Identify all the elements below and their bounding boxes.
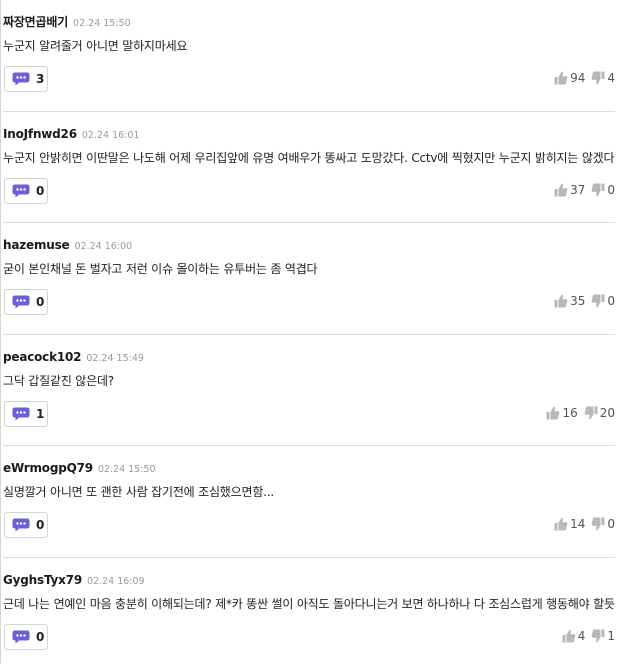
like-count: 4 [578,629,586,643]
dislike-count: 20 [600,406,615,420]
dislike-count: 1 [607,629,615,643]
reply-count: 0 [36,630,44,644]
dislike-count: 0 [607,517,615,531]
thumbs-down-icon [591,71,605,85]
comment-text: 그닥 갑질같진 않은데? [3,373,615,389]
comment-date: 02.24 15:50 [98,464,156,475]
like-button[interactable]: 37 [554,183,585,197]
vote-group: 37 0 [554,183,615,197]
dislike-button[interactable]: 0 [591,183,615,197]
like-count: 37 [570,183,585,197]
comment-author[interactable]: peacock102 [3,350,81,364]
dislike-button[interactable]: 0 [591,517,615,531]
like-button[interactable]: 94 [554,71,585,85]
left-border [0,0,1,664]
like-count: 16 [562,406,577,420]
thumbs-down-icon [591,629,605,643]
speech-bubble-icon [12,630,30,644]
reply-button[interactable]: 0 [4,512,48,538]
comment-text: 실명깔거 아니면 또 괜한 사람 잡기전에 조심했으면함... [3,484,615,500]
reply-count: 0 [36,295,44,309]
comment-item: 짜장면곱배기02.24 15:50 누군지 알려줄거 아니면 말하지마세요 3 … [3,0,615,112]
comment-author[interactable]: hazemuse [3,238,70,252]
thumbs-down-icon [584,406,598,420]
reply-button[interactable]: 1 [4,401,48,427]
comment-meta: eWrmogpQ79 02.24 15:50 [3,460,156,477]
dislike-button[interactable]: 1 [591,629,615,643]
comment-date: 02.24 15:49 [86,353,144,364]
like-button[interactable]: 14 [554,517,585,531]
thumbs-up-icon [554,183,568,197]
dislike-count: 4 [607,71,615,85]
dislike-button[interactable]: 0 [591,294,615,308]
like-button[interactable]: 4 [562,629,586,643]
comment-author[interactable]: 짜장면곱배기 [3,15,68,29]
like-count: 14 [570,517,585,531]
thumbs-down-icon [591,183,605,197]
reply-count: 1 [36,407,44,421]
thumbs-up-icon [554,71,568,85]
comment-item: eWrmogpQ79 02.24 15:50 실명깔거 아니면 또 괜한 사람 잡… [3,446,615,558]
comment-text: 누군지 안밝히면 이딴말은 나도해 어제 우리집앞에 유명 여배우가 똥싸고 도… [3,150,615,166]
dislike-button[interactable]: 4 [591,71,615,85]
comment-meta: InoJfnwd26 02.24 16:01 [3,126,139,143]
thumbs-up-icon [562,629,576,643]
vote-group: 4 1 [562,629,615,643]
comment-date: 02.24 16:01 [82,130,140,141]
comment-text: 근데 나는 연예인 마음 충분히 이해되는데? 제*카 똥싼 썰이 아직도 돌아… [3,596,615,612]
vote-group: 94 4 [554,71,615,85]
reply-count: 3 [36,72,44,86]
speech-bubble-icon [12,518,30,532]
thumbs-up-icon [546,406,560,420]
like-count: 35 [570,294,585,308]
comment-meta: GyghsTyx79 02.24 16:09 [3,572,145,589]
reply-count: 0 [36,184,44,198]
comment-item: InoJfnwd26 02.24 16:01 누군지 안밝히면 이딴말은 나도해 … [3,112,615,224]
comment-meta: hazemuse 02.24 16:00 [3,237,132,254]
reply-count: 0 [36,518,44,532]
speech-bubble-icon [12,72,30,86]
comment-item: peacock102 02.24 15:49 그닥 갑질같진 않은데? 1 16 [3,335,615,447]
like-count: 94 [570,71,585,85]
like-button[interactable]: 16 [546,406,577,420]
comment-date: 02.24 16:00 [75,241,133,252]
dislike-count: 0 [607,183,615,197]
comment-author[interactable]: InoJfnwd26 [3,127,77,141]
thumbs-up-icon [554,294,568,308]
vote-group: 35 0 [554,294,615,308]
comment-list: 짜장면곱배기02.24 15:50 누군지 알려줄거 아니면 말하지마세요 3 … [3,0,615,669]
speech-bubble-icon [12,184,30,198]
speech-bubble-icon [12,407,30,421]
comment-author[interactable]: eWrmogpQ79 [3,461,93,475]
vote-group: 16 20 [546,406,615,420]
comment-item: GyghsTyx79 02.24 16:09 근데 나는 연예인 마음 충분히 이… [3,558,615,669]
speech-bubble-icon [12,295,30,309]
reply-button[interactable]: 0 [4,624,48,650]
like-button[interactable]: 35 [554,294,585,308]
comment-author[interactable]: GyghsTyx79 [3,573,82,587]
dislike-button[interactable]: 20 [584,406,615,420]
vote-group: 14 0 [554,517,615,531]
thumbs-up-icon [554,517,568,531]
comment-text: 굳이 본인채널 돈 벌자고 저런 이슈 몰이하는 유투버는 좀 역겹다 [3,261,615,277]
reply-button[interactable]: 0 [4,289,48,315]
comment-date: 02.24 15:50 [73,18,131,29]
comment-text: 누군지 알려줄거 아니면 말하지마세요 [3,38,615,54]
comment-meta: peacock102 02.24 15:49 [3,349,144,366]
comment-item: hazemuse 02.24 16:00 굳이 본인채널 돈 벌자고 저런 이슈 … [3,223,615,335]
comment-meta: 짜장면곱배기 02.24 15:50 [3,14,131,31]
thumbs-down-icon [591,517,605,531]
reply-button[interactable]: 0 [4,178,48,204]
reply-button[interactable]: 3 [4,66,48,92]
comment-date: 02.24 16:09 [87,576,145,587]
thumbs-down-icon [591,294,605,308]
dislike-count: 0 [607,294,615,308]
